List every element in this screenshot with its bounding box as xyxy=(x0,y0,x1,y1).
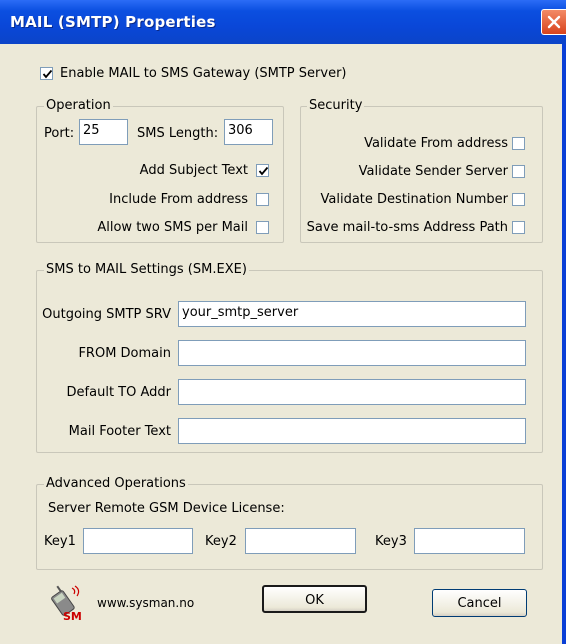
security-group-title: Security xyxy=(307,98,365,113)
website-link[interactable]: www.sysman.no xyxy=(97,596,194,610)
default-to-input[interactable] xyxy=(178,379,526,405)
allow-two-sms-checkbox[interactable] xyxy=(256,221,269,234)
dialog-body: Enable MAIL to SMS Gateway (SMTP Server)… xyxy=(0,44,562,644)
validate-from-label: Validate From address xyxy=(364,136,508,151)
enable-gateway-label: Enable MAIL to SMS Gateway (SMTP Server) xyxy=(60,66,347,81)
include-from-checkbox[interactable] xyxy=(256,193,269,206)
key2-label: Key2 xyxy=(205,534,237,549)
from-domain-label: FROM Domain xyxy=(78,346,171,361)
key3-label: Key3 xyxy=(375,534,407,549)
license-label: Server Remote GSM Device License: xyxy=(48,501,285,516)
validate-destination-label: Validate Destination Number xyxy=(320,192,508,207)
save-path-checkbox[interactable] xyxy=(512,221,525,234)
validate-sender-label: Validate Sender Server xyxy=(358,164,508,179)
mail-footer-label: Mail Footer Text xyxy=(68,424,171,439)
from-domain-input[interactable] xyxy=(178,340,526,366)
validate-destination-checkbox[interactable] xyxy=(512,193,525,206)
key3-input[interactable] xyxy=(414,528,525,554)
title-bar[interactable]: MAIL (SMTP) Properties xyxy=(0,0,566,44)
sysman-logo: SM xyxy=(46,584,86,624)
add-subject-checkbox[interactable] xyxy=(256,164,269,177)
logo-text: SM xyxy=(63,610,82,623)
check-icon xyxy=(258,166,269,176)
cancel-button[interactable]: Cancel xyxy=(432,589,527,617)
advanced-group-title: Advanced Operations xyxy=(44,476,188,491)
add-subject-label: Add Subject Text xyxy=(139,163,248,178)
key1-input[interactable] xyxy=(83,528,193,554)
check-icon xyxy=(42,69,53,79)
window-title: MAIL (SMTP) Properties xyxy=(10,13,216,31)
port-input[interactable]: 25 xyxy=(79,119,128,145)
close-button[interactable] xyxy=(541,9,566,35)
sms-to-mail-group-title: SMS to MAIL Settings (SM.EXE) xyxy=(44,262,249,277)
port-label: Port: xyxy=(44,126,75,141)
mail-footer-input[interactable] xyxy=(178,418,526,444)
ok-button[interactable]: OK xyxy=(262,585,367,613)
save-path-label: Save mail-to-sms Address Path xyxy=(306,220,508,235)
include-from-label: Include From address xyxy=(109,192,248,207)
operation-group-title: Operation xyxy=(44,98,113,113)
sms-length-label: SMS Length: xyxy=(137,126,219,141)
smtp-server-label: Outgoing SMTP SRV xyxy=(42,307,171,322)
default-to-label: Default TO Addr xyxy=(66,385,171,400)
validate-from-checkbox[interactable] xyxy=(512,137,525,150)
sms-length-input[interactable]: 306 xyxy=(224,119,273,145)
close-icon xyxy=(547,15,561,29)
smtp-server-input[interactable]: your_smtp_server xyxy=(178,301,526,327)
allow-two-sms-label: Allow two SMS per Mail xyxy=(97,220,248,235)
properties-window: MAIL (SMTP) Properties Enable MAIL to SM… xyxy=(0,0,566,644)
key1-label: Key1 xyxy=(44,534,76,549)
validate-sender-checkbox[interactable] xyxy=(512,165,525,178)
advanced-group xyxy=(36,484,543,570)
enable-gateway-checkbox[interactable] xyxy=(40,67,53,80)
key2-input[interactable] xyxy=(245,528,356,554)
